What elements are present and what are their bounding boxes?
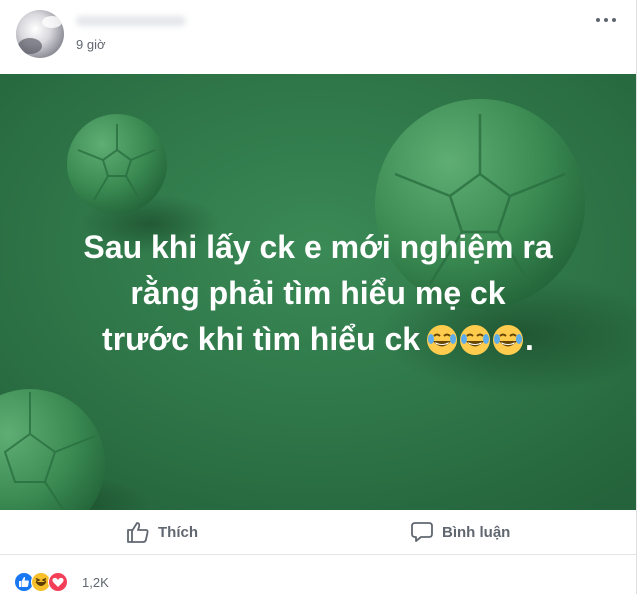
post-header: 9 giờ [0, 0, 636, 74]
post-text: Sau khi lấy ck e mới nghiệm ra rằng phải… [0, 224, 636, 368]
post-text-suffix: . [525, 321, 534, 357]
comment-button[interactable]: Bình luận [410, 518, 510, 546]
post-text-line-3-text: trước khi tìm hiểu ck [102, 321, 421, 357]
like-button[interactable]: Thích [126, 518, 198, 546]
comment-label: Bình luận [442, 523, 511, 541]
like-label: Thích [158, 523, 198, 541]
post-actions: Thích Bình luận [0, 510, 636, 555]
more-options-icon[interactable] [596, 18, 616, 24]
reaction-icons [14, 572, 78, 592]
thumbs-up-icon [127, 522, 149, 543]
post-text-line-3: trước khi tìm hiểu ck. [0, 316, 636, 368]
laugh-cry-emoji-icon [460, 325, 491, 355]
avatar-image [16, 10, 64, 58]
love-reaction-icon [48, 572, 68, 592]
laugh-cry-emoji-group [426, 322, 525, 368]
comment-bubble-icon [411, 522, 433, 542]
author-name[interactable] [76, 16, 186, 26]
laugh-cry-emoji-icon [493, 325, 524, 355]
reaction-count: 1,2K [82, 574, 109, 590]
post-card: 9 giờ Sau khi lấy ck e mới nghiệm ra rằn… [0, 0, 637, 594]
laugh-cry-emoji-icon [427, 325, 458, 355]
post-text-line-2: rằng phải tìm hiểu mẹ ck [130, 275, 506, 311]
reactions-summary[interactable]: 1,2K [14, 570, 109, 594]
soccer-ball-small [67, 114, 167, 214]
post-time[interactable]: 9 giờ [76, 37, 106, 52]
post-background: Sau khi lấy ck e mới nghiệm ra rằng phải… [0, 74, 636, 510]
avatar[interactable] [16, 10, 64, 58]
post-text-line-1: Sau khi lấy ck e mới nghiệm ra [83, 229, 553, 265]
